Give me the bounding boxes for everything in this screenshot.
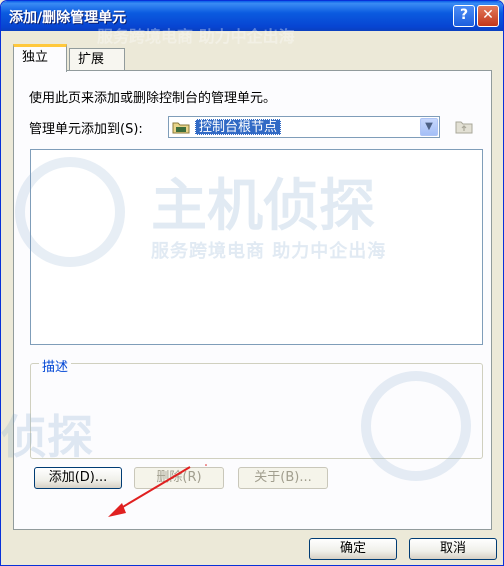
tab-strip: 独立 扩展 — [13, 44, 491, 72]
about-button[interactable]: 关于(B)... — [238, 467, 328, 489]
folder-up-icon[interactable] — [454, 116, 474, 136]
chevron-down-icon[interactable]: ▼ — [420, 118, 438, 136]
tab-standalone[interactable]: 独立 — [13, 44, 67, 72]
snapin-add-to-combobox[interactable]: 控制台根节点 ▼ — [168, 116, 440, 138]
remove-button[interactable]: 删除(R) — [134, 467, 224, 489]
add-button[interactable]: 添加(D)... — [34, 467, 122, 489]
snapin-list[interactable] — [30, 149, 483, 345]
help-button[interactable]: ? — [453, 5, 475, 27]
page-description: 使用此页来添加或删除控制台的管理单元。 — [29, 91, 277, 106]
snapin-add-to-label: 管理单元添加到(S): — [29, 122, 143, 137]
standalone-panel: 使用此页来添加或删除控制台的管理单元。 管理单元添加到(S): 控制台根节点 ▼… — [13, 70, 492, 530]
description-group-label: 描述 — [39, 356, 72, 375]
snapin-add-to-value: 控制台根节点 — [195, 119, 282, 135]
close-button[interactable]: ✕ — [477, 5, 499, 27]
title-bar[interactable]: 添加/删除管理单元 服务跨境电商 助力中企出海 ? ✕ — [1, 1, 503, 46]
folder-icon — [172, 122, 190, 134]
window-title: 添加/删除管理单元 — [9, 10, 127, 26]
description-group: 描述 — [30, 356, 483, 459]
add-remove-snapin-dialog: 添加/删除管理单元 服务跨境电商 助力中企出海 ? ✕ 独立 扩展 使用此页来添… — [0, 0, 504, 566]
tab-extensions[interactable]: 扩展 — [69, 48, 125, 71]
ok-button[interactable]: 确定 — [309, 538, 397, 560]
annotation-arrow-icon — [108, 464, 207, 517]
cancel-button[interactable]: 取消 — [409, 538, 497, 560]
